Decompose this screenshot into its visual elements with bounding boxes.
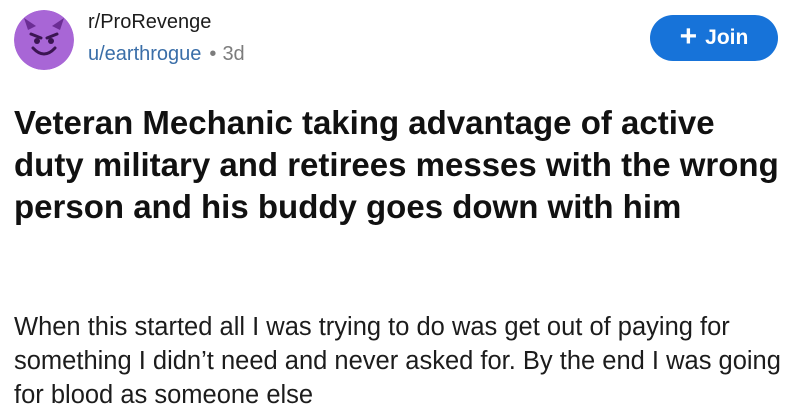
- join-button[interactable]: + Join: [650, 15, 778, 61]
- post-age: 3d: [222, 43, 245, 65]
- plus-icon: +: [679, 19, 698, 53]
- post-body: When this started all I was trying to do…: [14, 313, 781, 409]
- author-line: u/earthrogue • 3d: [88, 39, 245, 69]
- devil-face-icon: [14, 10, 74, 70]
- author-username[interactable]: u/earthrogue: [88, 43, 201, 65]
- subreddit-avatar[interactable]: [14, 10, 74, 70]
- post-title[interactable]: Veteran Mechanic taking advantage of act…: [14, 102, 784, 228]
- post-meta: r/ProRevenge u/earthrogue • 3d: [88, 9, 245, 69]
- reddit-post: r/ProRevenge u/earthrogue • 3d + Join Vete…: [0, 0, 800, 420]
- join-button-label: Join: [705, 26, 749, 49]
- separator-dot: •: [209, 43, 217, 65]
- subreddit-name[interactable]: r/ProRevenge: [88, 9, 245, 35]
